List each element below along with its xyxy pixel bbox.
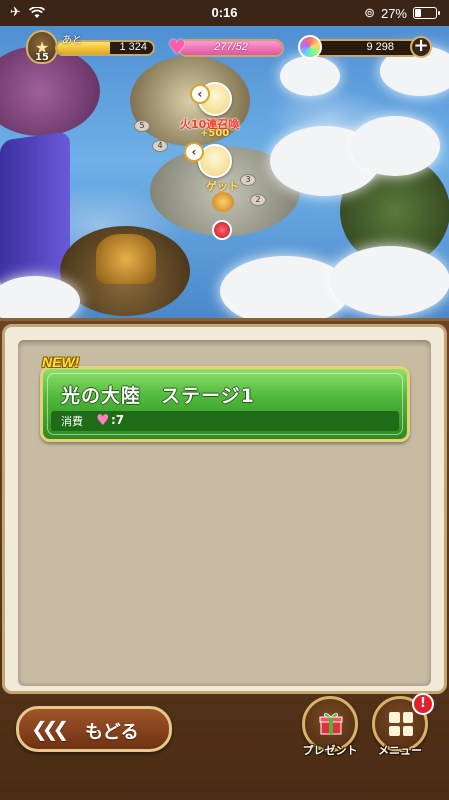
orientation-lock-icon: ⊚	[364, 5, 375, 20]
cost-label: 消費	[61, 415, 83, 428]
cost-value: :7	[111, 413, 125, 427]
heart-icon: ♥	[96, 411, 110, 429]
menu-alert-badge: !	[412, 693, 434, 715]
lion-mascot-icon	[212, 192, 234, 212]
left-arrow-icon[interactable]: ‹	[184, 142, 204, 162]
stage-node[interactable]: 4	[152, 140, 168, 152]
stage-node[interactable]: 5	[134, 120, 150, 132]
gift-icon	[319, 713, 343, 735]
rainbow-gem-icon	[298, 35, 322, 59]
back-button-label: もどる	[85, 722, 139, 743]
stamina-value: 277/52	[214, 41, 248, 53]
triple-chevron-left-icon: ❮❮❮	[31, 717, 69, 741]
new-badge: NEW!	[42, 354, 80, 370]
status-right: ⊚ 27%	[364, 5, 440, 21]
heart-icon: ♥	[168, 35, 186, 59]
battery-fill	[415, 9, 421, 17]
stamina-bar[interactable]: 277/52	[178, 39, 284, 57]
cloud	[330, 246, 449, 316]
exp-label: あと	[62, 35, 82, 46]
world-map[interactable]: 5 4 3 2 ‹ 火10連召喚 +500 ‹ ゲット	[0, 26, 449, 326]
stage-node[interactable]: 3	[240, 174, 256, 186]
gem-bar: 9 298	[308, 39, 420, 57]
grid-menu-icon	[389, 712, 413, 736]
present-button-label: プレゼント	[302, 744, 358, 757]
back-button[interactable]: ❮❮❮ もどる	[16, 706, 172, 752]
status-bar: ✈ 0:16 ⊚ 27%	[0, 0, 449, 26]
battery-icon	[413, 7, 440, 19]
rank-number: 15	[35, 52, 49, 63]
stage-cost-strip: 消費 ♥ :7	[51, 411, 399, 431]
rock-island-top	[130, 56, 250, 146]
cloud	[350, 116, 440, 176]
stage-list-item[interactable]: 光の大陸 ステージ1 消費 ♥ :7	[40, 366, 410, 442]
exp-remaining: 1 324	[119, 41, 147, 53]
current-stage-pin[interactable]	[212, 220, 232, 240]
event-marker-sub: +500	[200, 128, 230, 139]
gem-count: 9 298	[366, 41, 394, 53]
stage-list-shadow	[18, 340, 431, 348]
top-hud: ★ 15 1 324 あと 277/52 ♥ 9 298 +	[0, 30, 449, 66]
stage-node[interactable]: 2	[250, 194, 266, 206]
cloud	[220, 256, 350, 326]
golden-tree-icon	[96, 234, 156, 284]
menu-button-label: メニュー	[378, 744, 422, 757]
add-gems-button[interactable]: +	[410, 36, 432, 58]
stage-title: 光の大陸 ステージ1	[61, 385, 255, 407]
left-arrow-icon[interactable]: ‹	[190, 84, 210, 104]
battery-percent: 27%	[380, 5, 407, 21]
